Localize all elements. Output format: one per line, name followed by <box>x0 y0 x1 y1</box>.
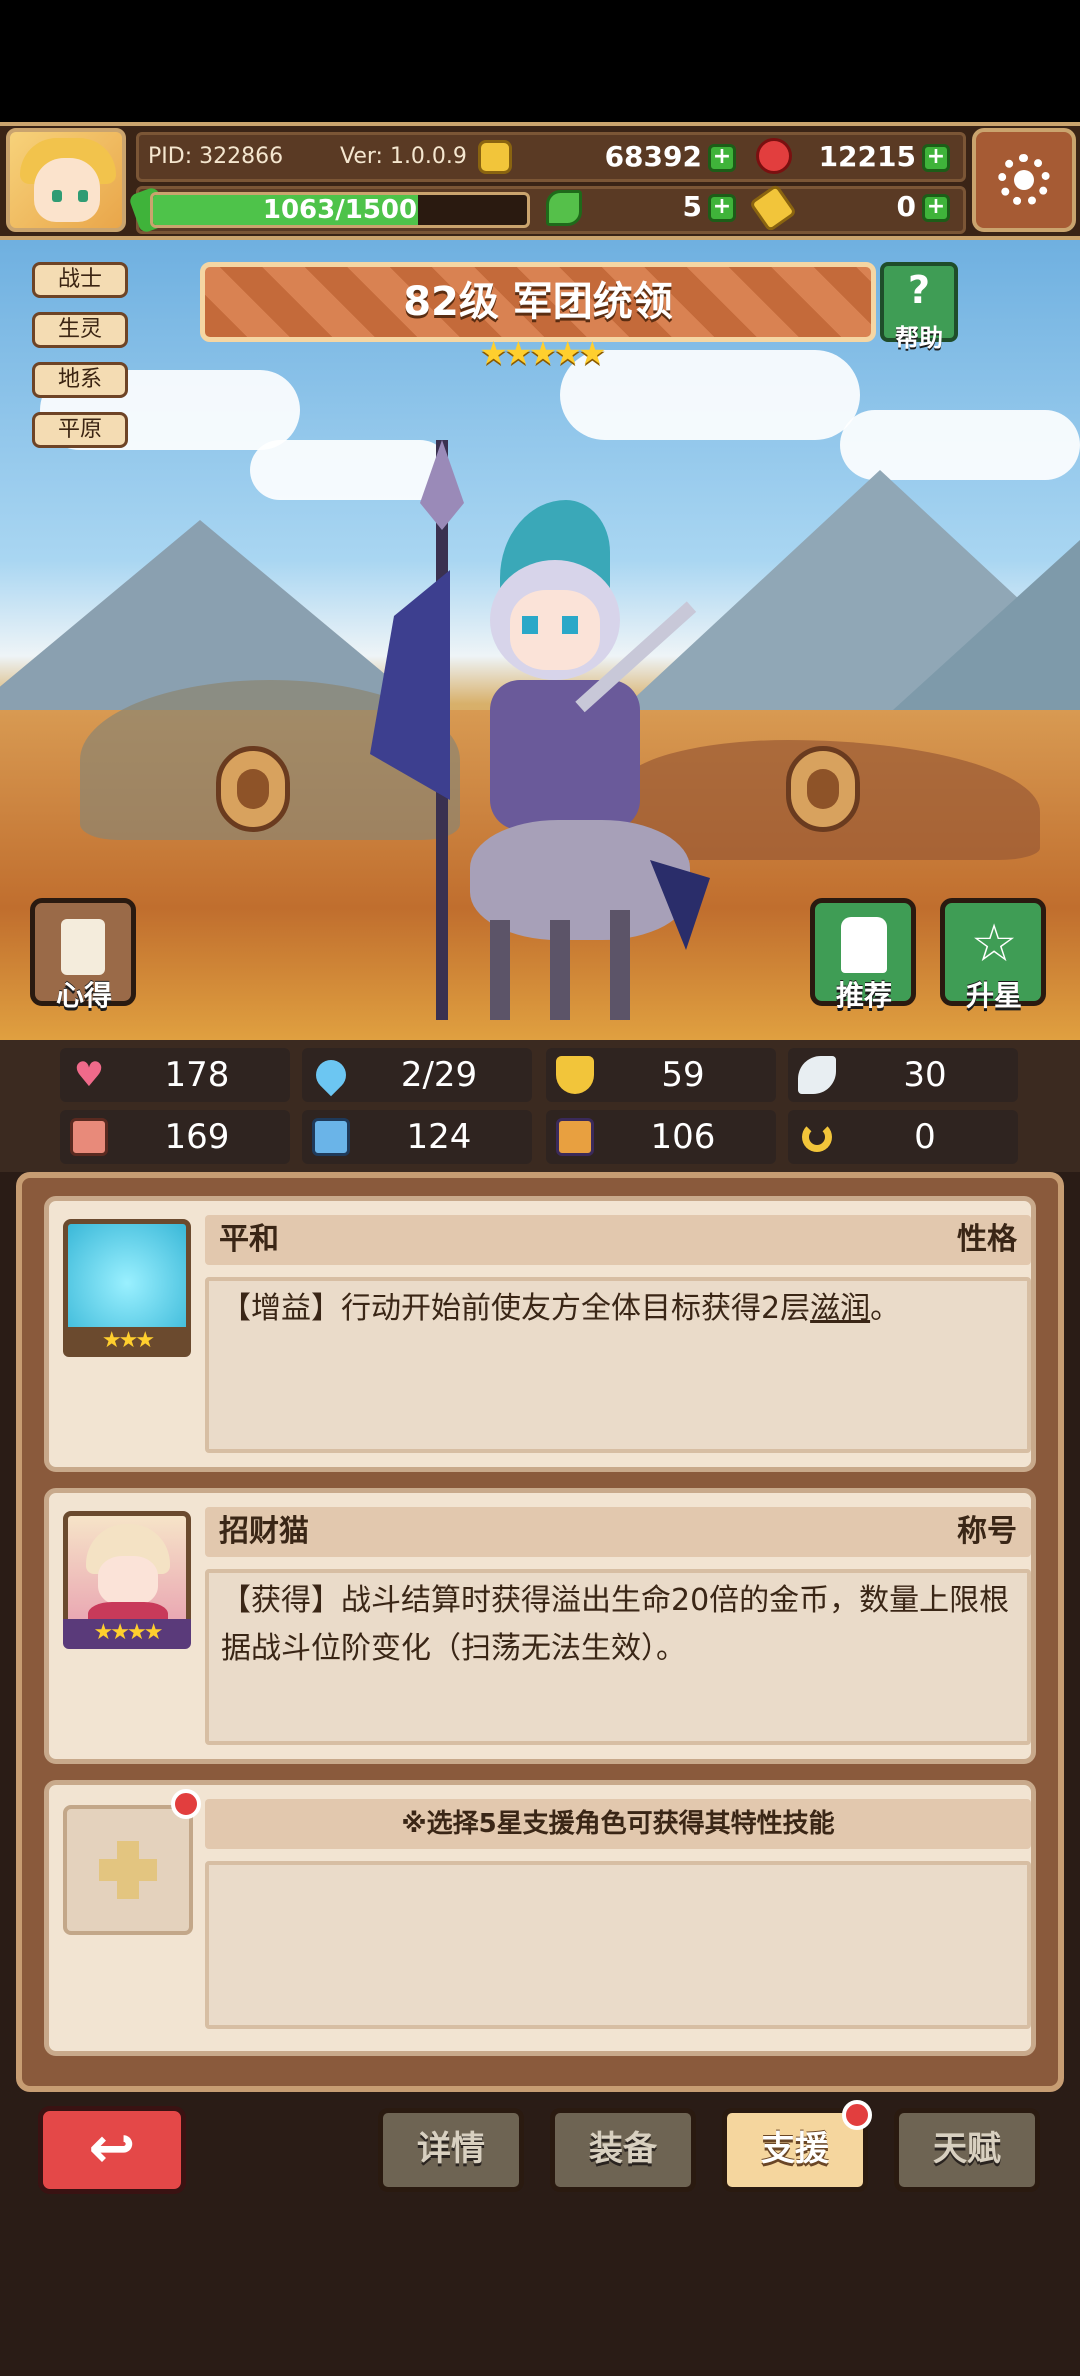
back-button[interactable]: ↩ <box>38 2106 186 2194</box>
star-up-label: 升星 <box>965 979 1022 1012</box>
title-description: 【获得】战斗结算时获得溢出生命20倍的金币，数量上限根据战斗位阶变化（扫荡无法生… <box>205 1569 1031 1745</box>
stats-panel: ♥ 178 2/29 59 30 169 124 106 0 <box>0 1040 1080 1172</box>
gem-icon <box>756 138 792 174</box>
add-gems-button[interactable]: + <box>922 144 950 172</box>
title-name: 招财猫 <box>219 1514 309 1549</box>
wing-icon <box>798 1056 836 1094</box>
question-icon: ? <box>907 268 931 312</box>
clover-amount: 5 <box>682 190 702 223</box>
recommend-label: 推荐 <box>835 979 892 1012</box>
character-stars: ★★★★★ <box>479 334 606 372</box>
tab-talent[interactable]: 天赋 <box>894 2108 1040 2192</box>
shield-icon <box>556 1056 594 1094</box>
personality-card: ★★★ 平和 性格 【增益】行动开始前使友方全体目标获得2层滋润。 <box>44 1196 1036 1472</box>
stat-luck: 0 <box>788 1110 1018 1164</box>
add-clover-button[interactable]: + <box>708 194 736 222</box>
title-type: 称号 <box>957 1514 1017 1549</box>
fist-icon <box>70 1118 108 1156</box>
star-icon: ☆ <box>970 914 1018 974</box>
book-icon <box>312 1118 350 1156</box>
gold-amount: 68392 <box>604 140 702 173</box>
hero-character-sprite[interactable] <box>350 440 730 1030</box>
tab-support-notification-dot <box>842 2100 872 2130</box>
return-arrow-icon: ↩ <box>88 2116 136 2181</box>
rotate-left-medallion[interactable] <box>216 746 290 832</box>
gold-coin-icon <box>478 140 512 174</box>
personality-title-bar: 平和 性格 <box>205 1215 1031 1265</box>
stat-defense: 59 <box>546 1048 776 1102</box>
personality-stars: ★★★ <box>63 1327 191 1357</box>
status-bar-area <box>0 0 1080 122</box>
stat-morale: 106 <box>546 1110 776 1164</box>
add-keys-button[interactable]: + <box>922 194 950 222</box>
support-hint-bar: ※选择5星支援角色可获得其特性技能 <box>205 1799 1031 1849</box>
personality-type: 性格 <box>957 1222 1017 1257</box>
stat-mana: 2/29 <box>302 1048 532 1102</box>
player-id: PID: 322866 <box>148 144 284 169</box>
exp-bar: 1063/1500 <box>150 192 530 228</box>
stat-speed: 30 <box>788 1048 1018 1102</box>
tab-details[interactable]: 详情 <box>378 2108 524 2192</box>
title-card: ★★★★ 招财猫 称号 【获得】战斗结算时获得溢出生命20倍的金币，数量上限根据… <box>44 1488 1036 1764</box>
settings-button[interactable] <box>972 128 1076 232</box>
rotate-right-medallion[interactable] <box>786 746 860 832</box>
horseshoe-icon <box>802 1122 832 1152</box>
title-stars: ★★★★ <box>63 1619 191 1649</box>
clover-icon <box>546 190 582 226</box>
player-avatar[interactable] <box>6 128 126 232</box>
tab-equipment[interactable]: 装备 <box>550 2108 696 2192</box>
heart-icon: ♥ <box>73 1055 105 1095</box>
support-slot-card: ※选择5星支援角色可获得其特性技能 <box>44 1780 1036 2056</box>
stat-hp: ♥ 178 <box>60 1048 290 1102</box>
tag-element: 地系 <box>32 362 128 398</box>
scroll-icon <box>61 919 105 975</box>
key-amount: 0 <box>896 190 916 223</box>
notification-dot <box>171 1789 201 1819</box>
tag-class: 战士 <box>32 262 128 298</box>
title-title-bar: 招财猫 称号 <box>205 1507 1031 1557</box>
support-hint: ※选择5星支援角色可获得其特性技能 <box>401 1809 835 1839</box>
exp-text: 1063/1500 <box>262 195 418 225</box>
insights-label: 心得 <box>55 979 112 1012</box>
drop-icon <box>309 1053 353 1097</box>
tag-terrain: 平原 <box>32 412 128 448</box>
game-version: Ver: 1.0.0.9 <box>340 144 467 169</box>
stat-attack: 169 <box>60 1110 290 1164</box>
personality-name: 平和 <box>219 1222 279 1257</box>
thumbs-up-icon <box>841 917 887 973</box>
help-label: 帮助 <box>895 324 943 352</box>
stat-magic: 124 <box>302 1110 532 1164</box>
level-title: 82级 军团统领 <box>403 279 673 325</box>
tag-race: 生灵 <box>32 312 128 348</box>
support-skill-area <box>205 1861 1031 2029</box>
add-support-slot[interactable] <box>63 1805 193 1935</box>
add-gold-button[interactable]: + <box>708 144 736 172</box>
level-title-banner: 82级 军团统领 <box>200 262 876 342</box>
gem-amount: 12215 <box>818 140 916 173</box>
flag-icon <box>556 1118 594 1156</box>
keyword-link[interactable]: 滋润 <box>810 1291 870 1326</box>
personality-description: 【增益】行动开始前使友方全体目标获得2层滋润。 <box>205 1277 1031 1453</box>
